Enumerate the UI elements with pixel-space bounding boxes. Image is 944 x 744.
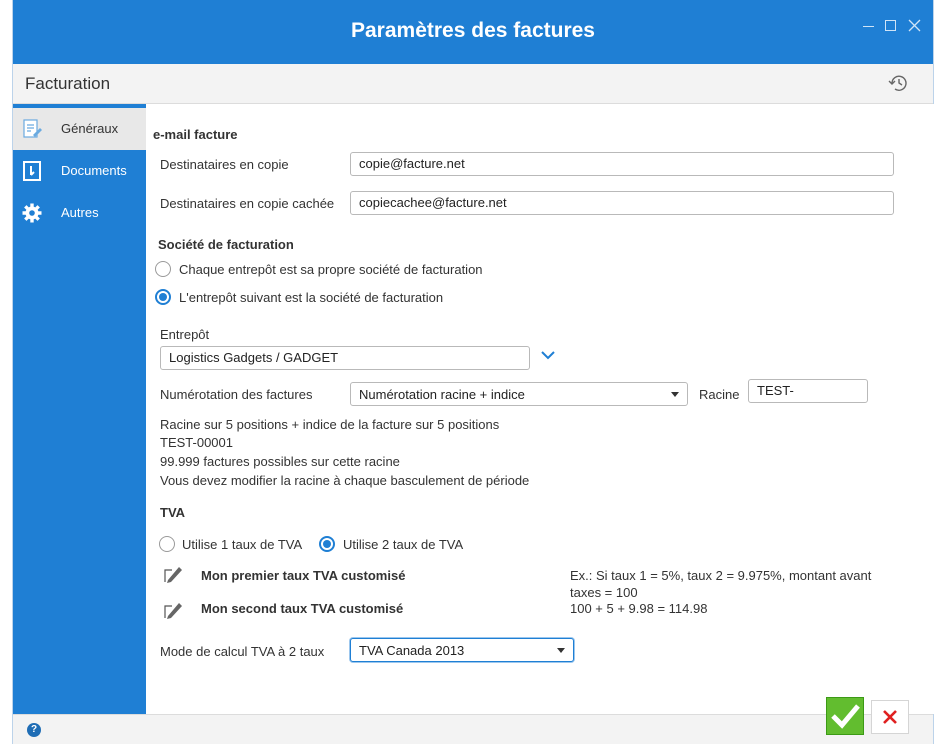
company-option1-label[interactable]: Chaque entrepôt est sa propre société de…: [179, 262, 483, 277]
dialog-window: Paramètres des factures Facturation Géné…: [12, 0, 934, 744]
numbering-select-value: Numérotation racine + indice: [359, 387, 525, 402]
tva-option1-radio[interactable]: [159, 536, 175, 552]
tva-mode-select-value: TVA Canada 2013: [359, 643, 465, 658]
gear-icon: [22, 203, 42, 223]
rate1-label: Mon premier taux TVA customisé: [201, 568, 406, 583]
section-title: Facturation: [25, 74, 111, 93]
warehouse-label: Entrepôt: [160, 327, 210, 342]
tva-example-line: taxes = 100: [570, 585, 638, 600]
sidebar-item-label: Généraux: [61, 121, 119, 136]
sidebar-item-generaux[interactable]: Généraux: [13, 108, 146, 150]
warehouse-field[interactable]: Logistics Gadgets / GADGET: [160, 346, 530, 370]
tva-option2-label[interactable]: Utilise 2 taux de TVA: [343, 537, 463, 552]
company-option2-radio[interactable]: [155, 289, 171, 305]
company-section-title: Société de facturation: [158, 237, 294, 252]
email-section-title: e-mail facture: [153, 127, 238, 142]
pencil-icon: [164, 603, 182, 619]
cc-email-field[interactable]: copie@facture.net: [350, 152, 894, 176]
numbering-select[interactable]: Numérotation racine + indice: [350, 382, 688, 406]
tva-option2-radio[interactable]: [319, 536, 335, 552]
footer-bar: ?: [13, 714, 933, 744]
bcc-label: Destinataires en copie cachée: [160, 196, 335, 211]
help-icon[interactable]: ?: [27, 723, 41, 737]
root-field[interactable]: TEST-: [748, 379, 868, 403]
close-icon: [883, 710, 897, 724]
warehouse-dropdown-button[interactable]: [538, 347, 558, 363]
tva-option1-label[interactable]: Utilise 1 taux de TVA: [182, 537, 302, 552]
sidebar: Généraux Documents Autres: [13, 104, 146, 714]
minimize-icon: [863, 26, 874, 27]
window-title: Paramètres des factures: [351, 19, 595, 42]
maximize-icon: [885, 20, 896, 31]
section-header: Facturation: [13, 64, 933, 104]
cancel-button[interactable]: [871, 700, 909, 734]
numbering-info-line: TEST-00001: [160, 435, 233, 450]
rate2-label: Mon second taux TVA customisé: [201, 601, 404, 616]
company-option2-label[interactable]: L'entrepôt suivant est la société de fac…: [179, 290, 443, 305]
edit-rate1-button[interactable]: [162, 563, 184, 585]
sidebar-item-documents[interactable]: Documents: [13, 150, 146, 192]
cc-label: Destinataires en copie: [160, 157, 289, 172]
tva-section-title: TVA: [160, 505, 186, 520]
ok-button[interactable]: [826, 697, 864, 735]
bcc-email-field[interactable]: copiecachee@facture.net: [350, 191, 894, 215]
numbering-info-line: Vous devez modifier la racine à chaque b…: [160, 473, 530, 488]
document-edit-icon: [23, 119, 42, 138]
close-icon: [908, 19, 921, 32]
dropdown-arrow-icon: [557, 648, 565, 653]
numbering-info-line: Racine sur 5 positions + indice de la fa…: [160, 417, 500, 432]
chevron-down-icon: [541, 351, 555, 360]
maximize-button[interactable]: [881, 16, 901, 36]
history-icon[interactable]: [887, 72, 909, 94]
close-button[interactable]: [905, 16, 925, 36]
tva-mode-label: Mode de calcul TVA à 2 taux: [160, 644, 325, 659]
sidebar-item-label: Autres: [61, 205, 99, 220]
numbering-label: Numérotation des factures: [160, 387, 313, 402]
document-icon: [23, 161, 41, 181]
tva-example-line: Ex.: Si taux 1 = 5%, taux 2 = 9.975%, mo…: [570, 568, 872, 583]
numbering-info-line: 99.999 factures possibles sur cette raci…: [160, 454, 400, 469]
root-label: Racine: [699, 387, 740, 402]
tva-mode-select[interactable]: TVA Canada 2013: [350, 638, 574, 662]
sidebar-item-autres[interactable]: Autres: [13, 192, 146, 234]
settings-panel: e-mail facture Destinataires en copie co…: [146, 104, 934, 714]
pencil-icon: [164, 567, 182, 583]
checkmark-icon: [831, 704, 860, 729]
title-bar: Paramètres des factures: [13, 0, 933, 64]
company-option1-radio[interactable]: [155, 261, 171, 277]
edit-rate2-button[interactable]: [162, 599, 184, 621]
tva-example-line: 100 + 5 + 9.98 = 114.98: [570, 601, 708, 616]
sidebar-item-label: Documents: [61, 163, 127, 178]
minimize-button[interactable]: [859, 16, 879, 36]
dropdown-arrow-icon: [671, 392, 679, 397]
